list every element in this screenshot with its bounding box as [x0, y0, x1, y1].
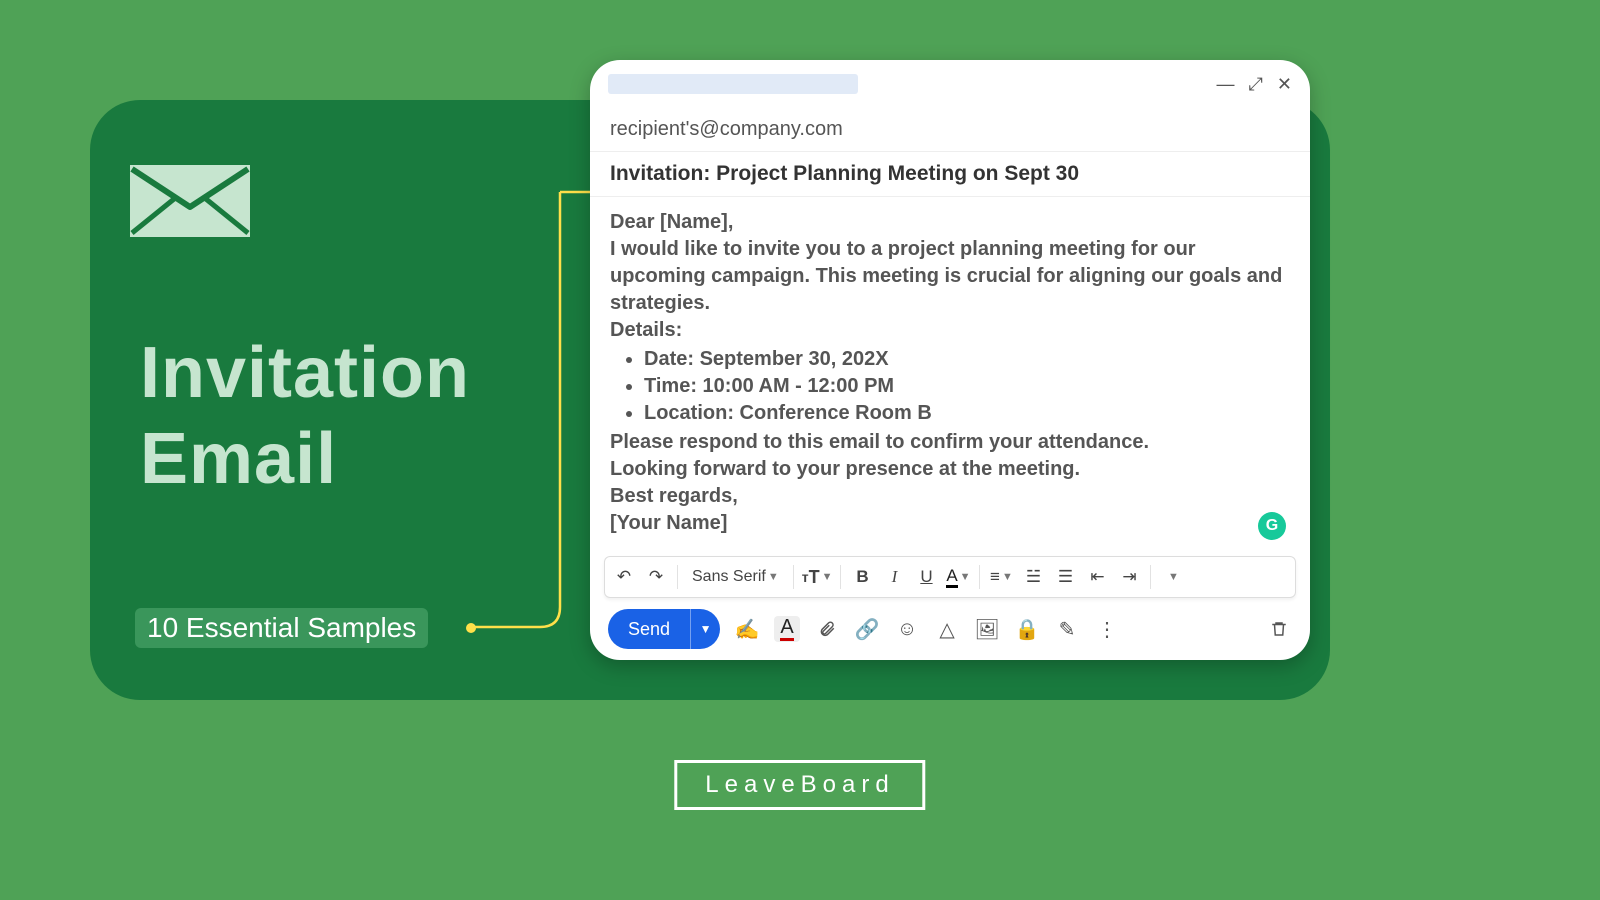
indent-decrease-button[interactable]: ⇤ — [1084, 563, 1110, 591]
font-family-label: Sans Serif — [692, 568, 766, 586]
image-icon[interactable]: 🖼 — [974, 616, 1000, 642]
compose-window: — ⤢ ✕ recipient's@company.com Invitation… — [590, 60, 1310, 660]
compose-header: — ⤢ ✕ — [590, 60, 1310, 108]
body-confirm: Please respond to this email to confirm … — [610, 429, 1290, 456]
separator — [840, 565, 841, 589]
confidential-icon[interactable]: 🔒 — [1014, 616, 1040, 642]
send-label: Send — [608, 619, 690, 640]
pen-icon[interactable]: ✎ — [1054, 616, 1080, 642]
action-bar: Send ▼ ✍ A 🔗 ☺ △ 🖼 🔒 ✎ ⋮ — [590, 598, 1310, 660]
link-icon[interactable]: 🔗 — [854, 616, 880, 642]
font-family-select[interactable]: Sans Serif ▼ — [686, 563, 785, 591]
separator — [1150, 565, 1151, 589]
body-signature: [Your Name] — [610, 510, 1290, 537]
drive-icon[interactable]: △ — [934, 616, 960, 642]
recipient-field[interactable]: recipient's@company.com — [590, 108, 1310, 152]
body-details-label: Details: — [610, 317, 1290, 344]
text-color-button[interactable]: A▼ — [945, 563, 971, 591]
indent-increase-button[interactable]: ⇥ — [1116, 563, 1142, 591]
body-details-list: Date: September 30, 202X Time: 10:00 AM … — [644, 346, 1290, 427]
separator — [979, 565, 980, 589]
detail-location: Location: Conference Room B — [644, 400, 1290, 427]
hero-title-line2: Email — [140, 416, 470, 502]
send-button[interactable]: Send ▼ — [608, 609, 720, 649]
separator — [793, 565, 794, 589]
numbered-list-button[interactable]: ☱ — [1020, 563, 1046, 591]
detail-date: Date: September 30, 202X — [644, 346, 1290, 373]
hero-subtitle: 10 Essential Samples — [135, 608, 428, 648]
signature-icon[interactable]: ✍ — [734, 616, 760, 642]
more-options-icon[interactable]: ⋮ — [1094, 616, 1120, 642]
font-size-button[interactable]: тT▼ — [802, 563, 833, 591]
body-intro: I would like to invite you to a project … — [610, 236, 1290, 317]
subject-field[interactable]: Invitation: Project Planning Meeting on … — [590, 152, 1310, 197]
bullet-list-button[interactable]: ☰ — [1052, 563, 1078, 591]
minimize-icon[interactable]: — — [1217, 74, 1235, 95]
underline-button[interactable]: U — [913, 563, 939, 591]
bold-button[interactable]: B — [849, 563, 875, 591]
hero-title: Invitation Email — [140, 330, 470, 503]
more-formatting-button[interactable]: ▼ — [1159, 563, 1185, 591]
restore-icon[interactable]: ⤢ — [1249, 74, 1263, 95]
detail-time: Time: 10:00 AM - 12:00 PM — [644, 373, 1290, 400]
compose-title-placeholder — [608, 74, 858, 94]
italic-button[interactable]: I — [881, 563, 907, 591]
chevron-down-icon: ▼ — [768, 571, 779, 583]
redo-icon[interactable]: ↷ — [643, 563, 669, 591]
attachment-icon[interactable] — [814, 616, 840, 642]
body-closing2: Best regards, — [610, 483, 1290, 510]
hero-title-line1: Invitation — [140, 330, 470, 416]
undo-icon[interactable]: ↶ — [611, 563, 637, 591]
brand-badge: LeaveBoard — [674, 760, 925, 810]
emoji-icon[interactable]: ☺ — [894, 616, 920, 642]
trash-icon[interactable] — [1266, 616, 1292, 642]
body-closing1: Looking forward to your presence at the … — [610, 456, 1290, 483]
align-button[interactable]: ≡▼ — [988, 563, 1014, 591]
email-body[interactable]: Dear [Name], I would like to invite you … — [590, 197, 1310, 548]
connector-dot — [466, 623, 476, 633]
separator — [677, 565, 678, 589]
send-more-icon[interactable]: ▼ — [690, 609, 720, 649]
close-icon[interactable]: ✕ — [1277, 74, 1292, 95]
body-greeting: Dear [Name], — [610, 209, 1290, 236]
spacer — [1134, 616, 1252, 642]
text-style-icon[interactable]: A — [774, 616, 800, 642]
grammarly-icon[interactable]: G — [1258, 512, 1286, 540]
envelope-icon — [130, 165, 250, 237]
formatting-toolbar: ↶ ↷ Sans Serif ▼ тT▼ B I U A▼ ≡▼ ☱ ☰ ⇤ ⇥… — [604, 556, 1296, 598]
